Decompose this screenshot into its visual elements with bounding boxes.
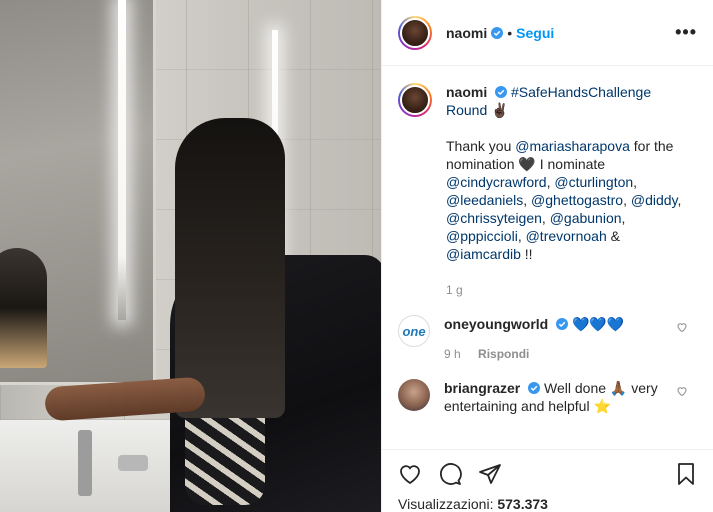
mention-link[interactable]: @trevornoah bbox=[526, 228, 607, 244]
mention-link[interactable]: @cturlington bbox=[554, 174, 633, 190]
comment-body: briangrazer Well done 🙏🏾 very entertaini… bbox=[444, 379, 674, 415]
comment-item: briangrazer Well done 🙏🏾 very entertaini… bbox=[398, 379, 698, 415]
like-comment-icon[interactable] bbox=[676, 385, 688, 397]
black-heart-emoji: 🖤 bbox=[518, 156, 536, 172]
faucet bbox=[78, 430, 92, 496]
comment-body: oneyoungworld 💙💙💙 9 h Rispondi bbox=[444, 315, 674, 363]
comment-meta: 9 h Rispondi bbox=[444, 345, 674, 363]
avatar-logo-text: one bbox=[402, 323, 426, 339]
caption-username[interactable]: naomi bbox=[446, 84, 487, 100]
follow-button[interactable]: Segui bbox=[516, 25, 554, 41]
instagram-post: naomi • Segui ••• naomi #SafeHandsChalle… bbox=[0, 0, 713, 512]
mention-link[interactable]: @iamcardib bbox=[446, 246, 521, 262]
mention-link[interactable]: @leedaniels bbox=[446, 192, 523, 208]
post-side-panel: naomi • Segui ••• naomi #SafeHandsChalle… bbox=[381, 0, 713, 512]
like-comment-icon[interactable] bbox=[676, 321, 688, 333]
mention-link[interactable]: @chrissyteigen bbox=[446, 210, 542, 226]
caption-timestamp[interactable]: 1 g bbox=[446, 281, 696, 299]
comment-item: one oneyoungworld 💙💙💙 9 h Rispondi bbox=[398, 315, 698, 363]
caption-text: naomi #SafeHandsChallenge Round ✌🏿 Thank… bbox=[446, 83, 696, 299]
caption-avatar[interactable] bbox=[398, 83, 432, 117]
commenter-username[interactable]: oneyoungworld bbox=[444, 316, 548, 332]
comments-section: naomi #SafeHandsChallenge Round ✌🏿 Thank… bbox=[382, 67, 713, 447]
verified-badge-icon bbox=[528, 382, 541, 394]
mention-link[interactable]: @cindycrawford bbox=[446, 174, 547, 190]
comment-bubble-icon[interactable] bbox=[438, 462, 462, 486]
post-caption: naomi #SafeHandsChallenge Round ✌🏿 Thank… bbox=[398, 83, 698, 299]
view-count[interactable]: Visualizzazioni: 573.373 bbox=[398, 496, 698, 512]
mention-link[interactable]: @ghettogastro bbox=[531, 192, 623, 208]
caption-thanks-prefix: Thank you bbox=[446, 138, 516, 154]
mention-link[interactable]: @gabunion bbox=[550, 210, 622, 226]
verified-badge-icon bbox=[495, 86, 508, 98]
post-video[interactable] bbox=[0, 0, 381, 512]
save-bookmark-icon[interactable] bbox=[674, 462, 698, 486]
author-avatar[interactable] bbox=[398, 15, 432, 50]
caption-nominate-text: I nominate bbox=[535, 156, 606, 172]
mirror bbox=[0, 0, 156, 385]
commenter-avatar[interactable]: one bbox=[398, 315, 430, 347]
faucet-handle bbox=[118, 455, 148, 471]
mirror-reflection bbox=[0, 248, 47, 368]
views-count: 573.373 bbox=[497, 496, 548, 512]
more-options-icon[interactable]: ••• bbox=[675, 22, 697, 43]
mention-link[interactable]: @pppiccioli bbox=[446, 228, 518, 244]
victory-hand-emoji: ✌🏿 bbox=[491, 102, 509, 118]
verified-badge-icon bbox=[556, 318, 569, 330]
commenter-username[interactable]: briangrazer bbox=[444, 380, 520, 396]
comment-time[interactable]: 9 h bbox=[444, 347, 461, 361]
person-hair bbox=[175, 118, 285, 418]
author-username[interactable]: naomi bbox=[446, 25, 487, 41]
commenter-avatar[interactable] bbox=[398, 379, 430, 411]
share-paper-plane-icon[interactable] bbox=[478, 462, 502, 486]
comment-text: 💙💙💙 bbox=[572, 316, 625, 332]
action-icons bbox=[398, 456, 698, 492]
separator-dot: • bbox=[507, 24, 513, 41]
caption-ending: !! bbox=[520, 246, 533, 262]
verified-badge-icon bbox=[491, 26, 504, 39]
post-header: naomi • Segui ••• bbox=[382, 0, 713, 66]
like-heart-icon[interactable] bbox=[398, 462, 422, 486]
post-actions: Visualizzazioni: 573.373 bbox=[382, 449, 713, 512]
views-label: Visualizzazioni: bbox=[398, 496, 498, 512]
reply-button[interactable]: Rispondi bbox=[478, 347, 529, 361]
mention-link[interactable]: @diddy bbox=[631, 192, 678, 208]
mention-link[interactable]: @mariasharapova bbox=[515, 138, 630, 154]
mirror-light-left bbox=[118, 0, 126, 320]
